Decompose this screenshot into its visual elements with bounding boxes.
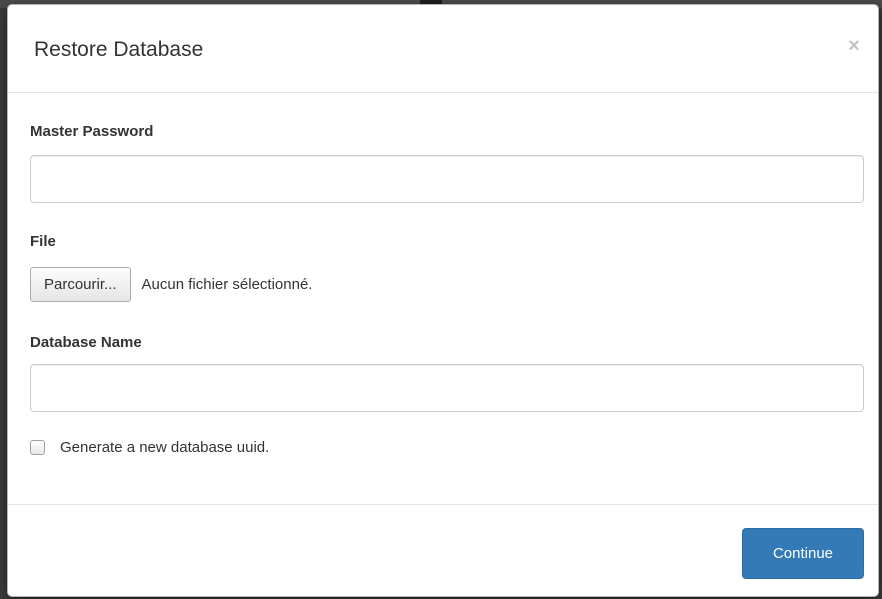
continue-button[interactable]: Continue bbox=[742, 528, 864, 579]
master-password-input[interactable] bbox=[30, 155, 864, 203]
file-status-text: Aucun fichier sélectionné. bbox=[141, 276, 313, 293]
restore-database-modal: Restore Database × Master Password File … bbox=[7, 4, 879, 597]
modal-header: Restore Database × bbox=[8, 5, 878, 93]
file-picker: Parcourir... Aucun fichier sélectionné. bbox=[30, 267, 312, 302]
modal-footer: Continue bbox=[8, 504, 878, 598]
close-button[interactable]: × bbox=[844, 36, 864, 57]
browse-button[interactable]: Parcourir... bbox=[30, 267, 131, 302]
master-password-label: Master Password bbox=[30, 123, 154, 140]
database-name-label: Database Name bbox=[30, 334, 142, 351]
file-label: File bbox=[30, 233, 56, 250]
generate-uuid-option: Generate a new database uuid. bbox=[30, 439, 269, 456]
generate-uuid-checkbox[interactable] bbox=[30, 440, 45, 455]
database-name-input[interactable] bbox=[30, 364, 864, 412]
generate-uuid-label[interactable]: Generate a new database uuid. bbox=[60, 439, 269, 456]
modal-title: Restore Database bbox=[34, 38, 204, 61]
